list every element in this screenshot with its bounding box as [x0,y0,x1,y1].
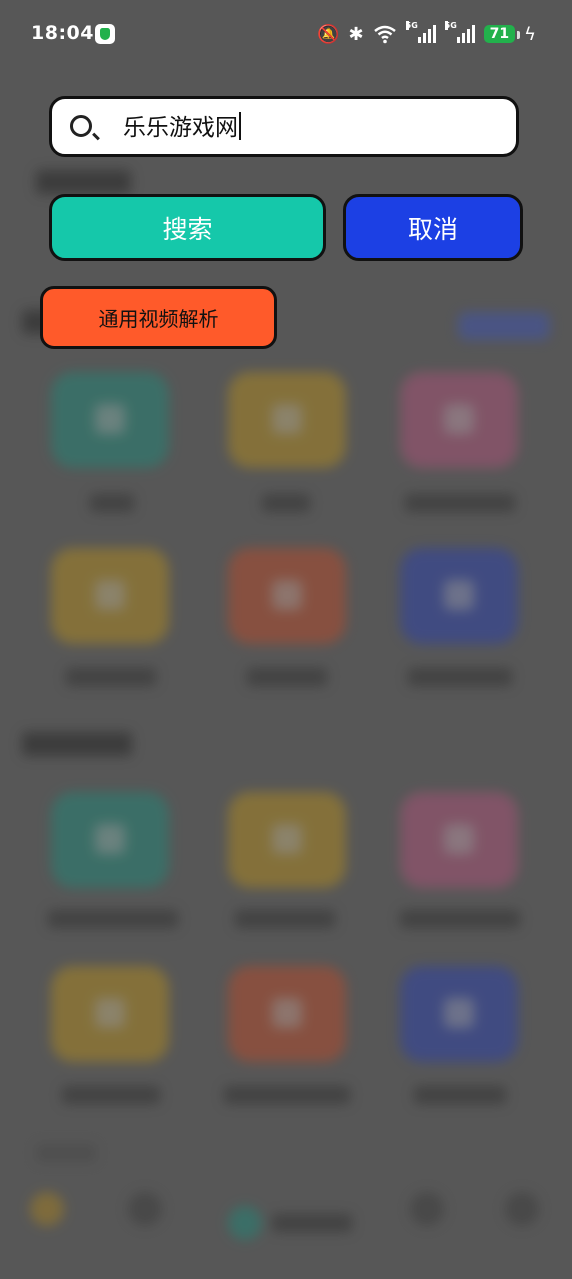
cellular-signal-icon: 5G [405,21,436,43]
wifi-icon [373,25,396,44]
search-input-value[interactable]: 乐乐游戏网 [123,112,241,143]
search-input[interactable]: 乐乐游戏网 [49,96,519,157]
security-shield-icon [95,24,115,44]
search-query-text: 乐乐游戏网 [123,115,238,141]
bell-off-icon: 🔕 [317,23,340,45]
status-time: 18:04 [31,22,94,44]
search-button[interactable]: 搜索 [49,194,326,261]
network-type-label: 5G [405,21,418,30]
status-bar: 18:04 🔕 ✱ 5G 5G 71 ϟ [0,0,572,68]
video-parse-button[interactable]: 通用视频解析 [40,286,277,349]
search-icon [70,115,92,137]
battery-indicator: 71 [483,25,521,43]
network-type-label: 5G [444,21,457,30]
text-caret [239,112,241,140]
modal-overlay[interactable] [0,0,572,1279]
cellular-signal-icon: 5G [444,21,475,43]
status-icons: 🔕 ✱ 5G 5G 71 ϟ [317,21,536,46]
cancel-button[interactable]: 取消 [343,194,523,261]
charging-icon: ϟ [524,23,536,45]
bluetooth-icon: ✱ [348,23,364,45]
